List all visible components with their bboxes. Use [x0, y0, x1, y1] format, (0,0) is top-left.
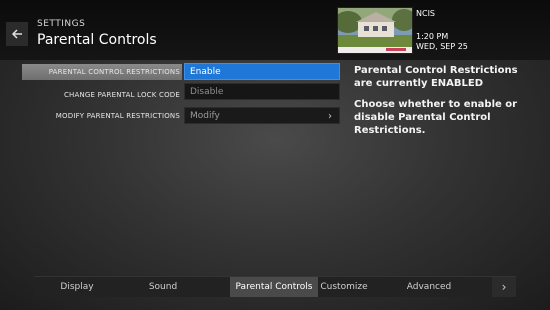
menu-item-change-lock-code[interactable]: CHANGE PARENTAL LOCK CODE	[64, 91, 180, 99]
tab-customize[interactable]: Customize	[318, 277, 370, 297]
clock-date: WED, SEP 25	[416, 42, 468, 51]
now-playing-title: NCIS	[416, 9, 436, 18]
tab-sound[interactable]: Sound	[120, 277, 206, 297]
clock-time: 1:20 PM	[416, 32, 449, 41]
enable-option[interactable]: Enable	[184, 63, 340, 80]
restriction-description-text: Choose whether to enable or disable Pare…	[354, 99, 518, 136]
menu-item-parental-control-restrictions[interactable]: PARENTAL CONTROL RESTRICTIONS	[49, 68, 180, 76]
modify-label: Modify	[190, 111, 220, 121]
enable-option-label: Enable	[190, 67, 221, 77]
house-scene-image	[338, 8, 412, 53]
arrow-left-icon	[11, 29, 22, 39]
disable-option-label: Disable	[190, 87, 224, 97]
disable-option[interactable]: Disable	[184, 83, 340, 100]
breadcrumb: SETTINGS	[37, 19, 86, 29]
chevron-right-icon: ›	[328, 111, 332, 122]
tab-advanced[interactable]: Advanced	[384, 277, 474, 297]
settings-tab-bar: Display Sound Parental Controls Customiz…	[34, 276, 516, 297]
tab-scroll-right-button[interactable]: ›	[492, 277, 516, 297]
restriction-status-text: Parental Control Restrictions are curren…	[354, 65, 518, 89]
tab-display[interactable]: Display	[34, 277, 120, 297]
chevron-right-icon: ›	[501, 280, 507, 294]
modify-button[interactable]: Modify ›	[184, 107, 340, 124]
menu-item-modify-restrictions[interactable]: MODIFY PARENTAL RESTRICTIONS	[56, 112, 180, 120]
header-bar: SETTINGS Parental Controls NCIS 1:20 PM …	[0, 0, 550, 60]
now-playing-thumbnail[interactable]	[337, 7, 413, 54]
tab-parental-controls[interactable]: Parental Controls	[230, 277, 318, 297]
back-button[interactable]	[6, 22, 28, 46]
page-title: Parental Controls	[37, 32, 157, 48]
